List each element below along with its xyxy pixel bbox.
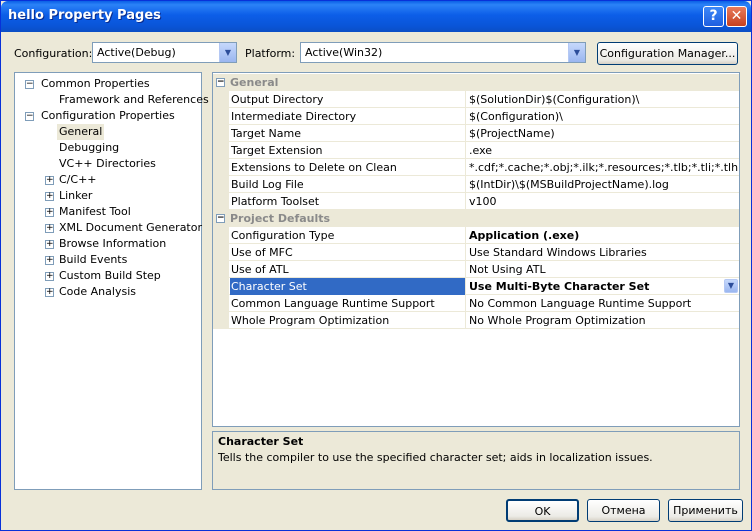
- property-row-selected[interactable]: Character Set Use Multi-Byte Character S…: [213, 278, 739, 295]
- property-tree[interactable]: − Common Properties Framework and Refere…: [14, 72, 209, 490]
- expand-icon[interactable]: +: [45, 272, 54, 281]
- property-value[interactable]: No Common Language Runtime Support: [467, 295, 739, 312]
- property-grid[interactable]: − General Output Directory $(SolutionDir…: [212, 72, 740, 427]
- property-row[interactable]: Whole Program Optimization No Whole Prog…: [213, 312, 739, 329]
- tree-label: Debugging: [59, 141, 120, 154]
- platform-label: Platform:: [245, 47, 296, 60]
- chevron-down-icon[interactable]: ▼: [219, 43, 236, 62]
- property-name: Platform Toolset: [230, 193, 466, 210]
- expand-icon[interactable]: +: [45, 192, 54, 201]
- tree-label: Code Analysis: [59, 285, 136, 298]
- property-name: Configuration Type: [230, 227, 466, 244]
- configuration-dropdown[interactable]: Active(Debug) ▼: [92, 42, 237, 63]
- property-name: Use of ATL: [230, 261, 466, 278]
- property-value[interactable]: $(ProjectName): [467, 125, 739, 142]
- property-value[interactable]: Use Standard Windows Libraries: [467, 244, 739, 261]
- expand-icon[interactable]: +: [45, 256, 54, 265]
- property-row[interactable]: Extensions to Delete on Clean *.cdf;*.ca…: [213, 159, 739, 176]
- property-row[interactable]: Intermediate Directory $(Configuration)\: [213, 108, 739, 125]
- tree-label: Framework and References: [59, 93, 209, 106]
- tree-label: Custom Build Step: [59, 269, 161, 282]
- description-panel: Character Set Tells the compiler to use …: [212, 431, 740, 490]
- category-label: Project Defaults: [230, 212, 331, 225]
- collapse-icon[interactable]: −: [216, 78, 225, 87]
- property-name: Whole Program Optimization: [230, 312, 466, 329]
- property-value[interactable]: *.cdf;*.cache;*.obj;*.ilk;*.resources;*.…: [467, 159, 739, 176]
- property-value[interactable]: $(Configuration)\: [467, 108, 739, 125]
- property-value[interactable]: .exe: [467, 142, 739, 159]
- apply-button[interactable]: Применить: [668, 499, 743, 522]
- tree-label: Linker: [59, 189, 93, 202]
- property-row[interactable]: Build Log File $(IntDir)\$(MSBuildProjec…: [213, 176, 739, 193]
- property-value[interactable]: Application (.exe): [467, 227, 739, 244]
- property-name: Use of MFC: [230, 244, 466, 261]
- property-row[interactable]: Output Directory $(SolutionDir)$(Configu…: [213, 91, 739, 108]
- expand-icon[interactable]: +: [45, 208, 54, 217]
- property-value[interactable]: $(IntDir)\$(MSBuildProjectName).log: [467, 176, 739, 193]
- configuration-manager-button[interactable]: Configuration Manager...: [597, 42, 738, 65]
- expand-icon[interactable]: +: [45, 176, 54, 185]
- tree-label: Configuration Properties: [41, 109, 175, 122]
- property-name: Target Name: [230, 125, 466, 142]
- platform-dropdown[interactable]: Active(Win32) ▼: [300, 42, 586, 63]
- property-value[interactable]: No Whole Program Optimization: [467, 312, 739, 329]
- close-button[interactable]: ✕: [726, 6, 747, 27]
- title-bar[interactable]: hello Property Pages ? ✕: [1, 1, 751, 32]
- property-value[interactable]: $(SolutionDir)$(Configuration)\: [467, 91, 739, 108]
- tree-label: VC++ Directories: [59, 157, 156, 170]
- ok-button[interactable]: OK: [506, 499, 579, 522]
- expand-icon[interactable]: +: [45, 224, 54, 233]
- description-title: Character Set: [218, 435, 304, 448]
- property-name: Character Set: [230, 278, 466, 295]
- chevron-down-icon[interactable]: ▼: [568, 43, 585, 62]
- platform-value: Active(Win32): [305, 46, 383, 59]
- property-name: Target Extension: [230, 142, 466, 159]
- property-name: Extensions to Delete on Clean: [230, 159, 466, 176]
- expand-icon[interactable]: +: [45, 240, 54, 249]
- configuration-label: Configuration:: [14, 47, 93, 60]
- tree-label: General: [57, 124, 105, 140]
- window-title: hello Property Pages: [8, 8, 161, 23]
- property-value[interactable]: v100: [467, 193, 739, 210]
- property-row[interactable]: Common Language Runtime Support No Commo…: [213, 295, 739, 312]
- tree-label: Build Events: [59, 253, 128, 266]
- property-value[interactable]: Use Multi-Byte Character Set: [467, 278, 739, 295]
- property-row[interactable]: Configuration Type Application (.exe): [213, 227, 739, 244]
- category-project-defaults[interactable]: − Project Defaults: [213, 210, 739, 227]
- tree-label: Manifest Tool: [59, 205, 131, 218]
- property-row[interactable]: Platform Toolset v100: [213, 193, 739, 210]
- property-pages-window: hello Property Pages ? ✕ Configuration: …: [0, 0, 752, 531]
- property-row[interactable]: Target Extension .exe: [213, 142, 739, 159]
- collapse-icon[interactable]: −: [216, 214, 225, 223]
- collapse-icon[interactable]: −: [25, 80, 34, 89]
- help-button[interactable]: ?: [703, 6, 724, 27]
- configuration-value: Active(Debug): [97, 46, 176, 59]
- property-row[interactable]: Use of ATL Not Using ATL: [213, 261, 739, 278]
- property-name: Common Language Runtime Support: [230, 295, 466, 312]
- category-label: General: [230, 76, 279, 89]
- description-text: Tells the compiler to use the specified …: [218, 451, 653, 464]
- property-name: Output Directory: [230, 91, 466, 108]
- tree-label: Browse Information: [59, 237, 167, 250]
- property-row[interactable]: Target Name $(ProjectName): [213, 125, 739, 142]
- tree-label: Common Properties: [41, 77, 150, 90]
- tree-label: XML Document Generator: [59, 221, 202, 234]
- property-name: Intermediate Directory: [230, 108, 466, 125]
- property-name: Build Log File: [230, 176, 466, 193]
- cancel-button[interactable]: Отмена: [587, 499, 660, 522]
- expand-icon[interactable]: +: [45, 288, 54, 297]
- tree-label: C/C++: [59, 173, 97, 186]
- category-general[interactable]: − General: [213, 74, 739, 91]
- chevron-down-icon[interactable]: ▼: [724, 279, 738, 293]
- property-value[interactable]: Not Using ATL: [467, 261, 739, 278]
- collapse-icon[interactable]: −: [25, 112, 34, 121]
- property-row[interactable]: Use of MFC Use Standard Windows Librarie…: [213, 244, 739, 261]
